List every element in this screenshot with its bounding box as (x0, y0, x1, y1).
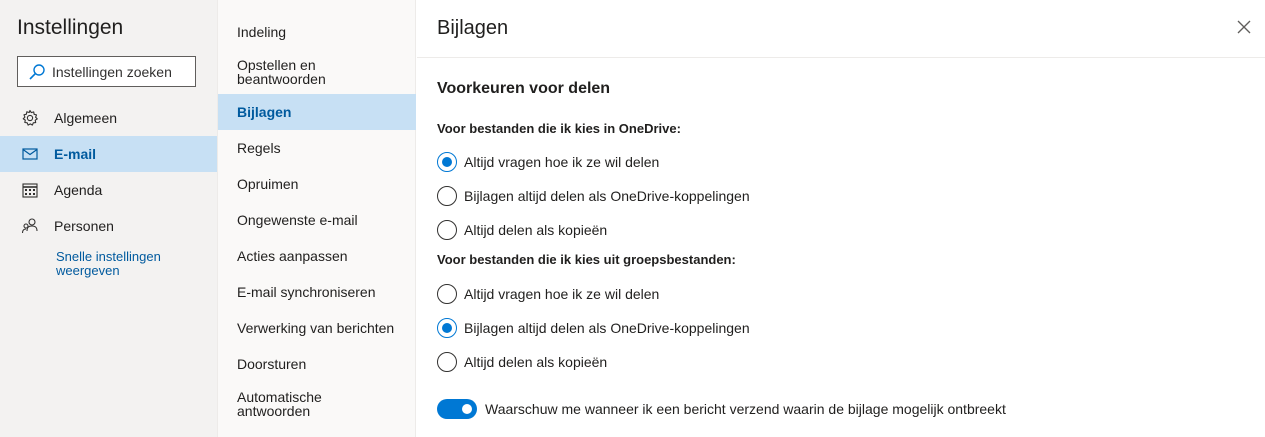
radio-label: Altijd vragen hoe ik ze wil delen (464, 154, 660, 170)
settings-detail-pane: Bijlagen Voorkeuren voor delen Voor best… (417, 0, 1265, 437)
submenu-item-bijlagen[interactable]: Bijlagen (218, 94, 416, 130)
mail-icon (21, 145, 39, 163)
submenu-item-automatische-antwoorden[interactable]: Automatische antwoorden (218, 382, 338, 426)
search-icon (29, 63, 45, 80)
radio-label: Altijd delen als kopieën (464, 222, 608, 238)
submenu-item-indeling[interactable]: Indeling (218, 14, 416, 50)
radio-label: Bijlagen altijd delen als OneDrive-koppe… (464, 320, 750, 336)
calendar-icon (21, 181, 39, 199)
sidebar-item-agenda[interactable]: Agenda (0, 172, 217, 208)
missing-attachment-warning-row: Waarschuw me wanneer ik een bericht verz… (437, 399, 1006, 419)
submenu-item-opruimen[interactable]: Opruimen (218, 166, 416, 202)
radio-button[interactable] (437, 152, 457, 172)
sidebar-item-algemeen[interactable]: Algemeen (0, 100, 217, 136)
section-title: Voorkeuren voor delen (437, 80, 611, 97)
sidebar-item-label: Agenda (54, 182, 103, 198)
radio-button[interactable] (437, 352, 457, 372)
submenu-item-regels[interactable]: Regels (218, 130, 416, 166)
onedrive-option-copies[interactable]: Altijd delen als kopieën (437, 220, 607, 240)
submenu-item-opstellen[interactable]: Opstellen en beantwoorden (218, 50, 358, 94)
group-option-copies[interactable]: Altijd delen als kopieën (437, 352, 607, 372)
onedrive-option-links[interactable]: Bijlagen altijd delen als OneDrive-koppe… (437, 186, 750, 206)
close-icon[interactable] (1237, 20, 1251, 34)
radio-button[interactable] (437, 318, 457, 338)
settings-search-box[interactable] (17, 56, 196, 87)
submenu-item-verwerking-berichten[interactable]: Verwerking van berichten (218, 310, 416, 346)
page-title: Bijlagen (437, 17, 509, 39)
radio-button[interactable] (437, 284, 457, 304)
detail-header: Bijlagen (417, 0, 1265, 58)
gear-icon (21, 109, 39, 127)
settings-search-input[interactable] (52, 63, 192, 80)
settings-sidebar: Instellingen Algemeen E-mail Agenda (0, 0, 217, 437)
sidebar-item-label: Algemeen (54, 110, 118, 126)
submenu-item-ongewenste-email[interactable]: Ongewenste e-mail (218, 202, 416, 238)
sidebar-item-label: Personen (54, 218, 114, 234)
submenu-item-acties-aanpassen[interactable]: Acties aanpassen (218, 238, 416, 274)
email-settings-submenu: Indeling Opstellen en beantwoorden Bijla… (217, 0, 416, 437)
onedrive-option-ask[interactable]: Altijd vragen hoe ik ze wil delen (437, 152, 659, 172)
toggle-label: Waarschuw me wanneer ik een bericht verz… (485, 401, 1006, 417)
submenu-item-email-synchroniseren[interactable]: E-mail synchroniseren (218, 274, 416, 310)
group-files-label: Voor bestanden die ik kies uit groepsbes… (437, 252, 736, 267)
radio-label: Altijd vragen hoe ik ze wil delen (464, 286, 660, 302)
sidebar-item-personen[interactable]: Personen (0, 208, 217, 244)
quick-settings-link[interactable]: Snelle instellingen weergeven (56, 250, 196, 278)
group-option-ask[interactable]: Altijd vragen hoe ik ze wil delen (437, 284, 659, 304)
radio-label: Altijd delen als kopieën (464, 354, 608, 370)
group-option-links[interactable]: Bijlagen altijd delen als OneDrive-koppe… (437, 318, 750, 338)
sidebar-item-email[interactable]: E-mail (0, 136, 217, 172)
radio-button[interactable] (437, 220, 457, 240)
radio-button[interactable] (437, 186, 457, 206)
radio-label: Bijlagen altijd delen als OneDrive-koppe… (464, 188, 750, 204)
sidebar-item-label: E-mail (54, 146, 97, 162)
settings-title: Instellingen (17, 16, 124, 39)
settings-category-nav: Algemeen E-mail Agenda Personen (0, 100, 217, 244)
people-icon (21, 217, 39, 235)
submenu-item-doorsturen[interactable]: Doorsturen (218, 346, 416, 382)
missing-attachment-toggle[interactable] (437, 399, 477, 419)
onedrive-group-label: Voor bestanden die ik kies in OneDrive: (437, 121, 681, 136)
